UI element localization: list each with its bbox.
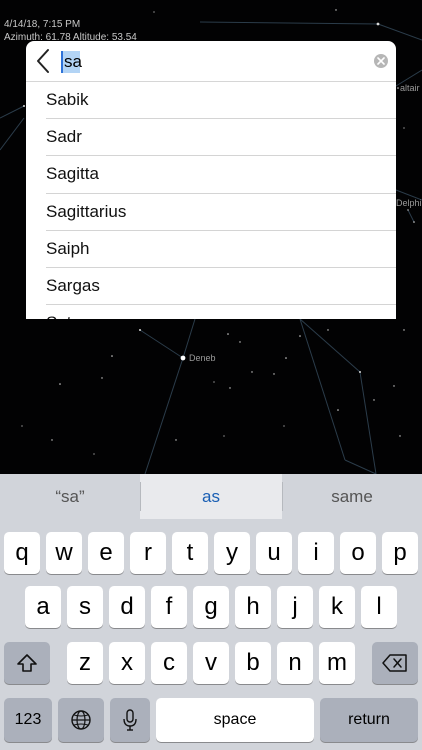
search-bar: sa xyxy=(26,41,396,81)
key-l[interactable]: l xyxy=(361,586,397,628)
star-label-deneb[interactable]: Deneb xyxy=(189,353,216,363)
predictive-bar: “sa” as same xyxy=(0,474,422,519)
list-item[interactable]: Sadr xyxy=(46,119,396,157)
key-t[interactable]: t xyxy=(172,532,208,574)
clear-button[interactable] xyxy=(374,54,388,68)
globe-key[interactable] xyxy=(58,698,104,742)
sky-datetime: 4/14/18, 7:15 PM xyxy=(4,19,81,30)
key-b[interactable]: b xyxy=(235,642,271,684)
suggestion-2[interactable]: as xyxy=(140,474,282,519)
microphone-icon xyxy=(123,709,137,731)
key-e[interactable]: e xyxy=(88,532,124,574)
globe-icon xyxy=(71,710,91,730)
list-item[interactable]: Saturn xyxy=(46,305,396,319)
star-label-edge-top[interactable]: altair xyxy=(400,83,420,93)
key-i[interactable]: i xyxy=(298,532,334,574)
suggestion-1[interactable]: “sa” xyxy=(0,474,140,519)
key-r[interactable]: r xyxy=(130,532,166,574)
key-o[interactable]: o xyxy=(340,532,376,574)
delete-key[interactable] xyxy=(372,642,418,684)
key-f[interactable]: f xyxy=(151,586,187,628)
search-results-list[interactable]: Sabik Sadr Sagitta Sagittarius Saiph Sar… xyxy=(26,81,396,319)
delete-icon xyxy=(382,654,407,672)
key-z[interactable]: z xyxy=(67,642,103,684)
key-a[interactable]: a xyxy=(25,586,61,628)
suggestion-divider xyxy=(140,482,141,511)
key-k[interactable]: k xyxy=(319,586,355,628)
key-y[interactable]: y xyxy=(214,532,250,574)
key-n[interactable]: n xyxy=(277,642,313,684)
key-m[interactable]: m xyxy=(319,642,355,684)
microphone-key[interactable] xyxy=(110,698,150,742)
key-c[interactable]: c xyxy=(151,642,187,684)
star-label-edge-mid[interactable]: Delphi xyxy=(396,198,422,208)
list-item[interactable]: Sagittarius xyxy=(46,194,396,231)
key-p[interactable]: p xyxy=(382,532,418,574)
shift-key[interactable] xyxy=(4,642,50,684)
key-d[interactable]: d xyxy=(109,586,145,628)
keyboard: “sa” as same q w e r t y u i o p a s d f… xyxy=(0,474,422,750)
key-g[interactable]: g xyxy=(193,586,229,628)
key-u[interactable]: u xyxy=(256,532,292,574)
list-item[interactable]: Sargas xyxy=(46,268,396,306)
shift-icon xyxy=(17,654,37,672)
suggestion-3[interactable]: same xyxy=(282,474,422,519)
list-item[interactable]: Sabik xyxy=(46,82,396,120)
suggestion-divider xyxy=(282,482,283,511)
key-v[interactable]: v xyxy=(193,642,229,684)
numbers-key[interactable]: 123 xyxy=(4,698,52,742)
list-item[interactable]: Saiph xyxy=(46,231,396,268)
back-button[interactable] xyxy=(30,41,56,81)
key-j[interactable]: j xyxy=(277,586,313,628)
chevron-left-icon xyxy=(37,49,49,73)
key-h[interactable]: h xyxy=(235,586,271,628)
space-key[interactable]: space xyxy=(156,698,314,742)
list-item[interactable]: Sagitta xyxy=(46,156,396,194)
key-x[interactable]: x xyxy=(109,642,145,684)
key-w[interactable]: w xyxy=(46,532,82,574)
search-input[interactable]: sa xyxy=(64,52,82,72)
clear-circle-icon xyxy=(377,57,385,65)
key-q[interactable]: q xyxy=(4,532,40,574)
key-s[interactable]: s xyxy=(67,586,103,628)
return-key[interactable]: return xyxy=(320,698,418,742)
